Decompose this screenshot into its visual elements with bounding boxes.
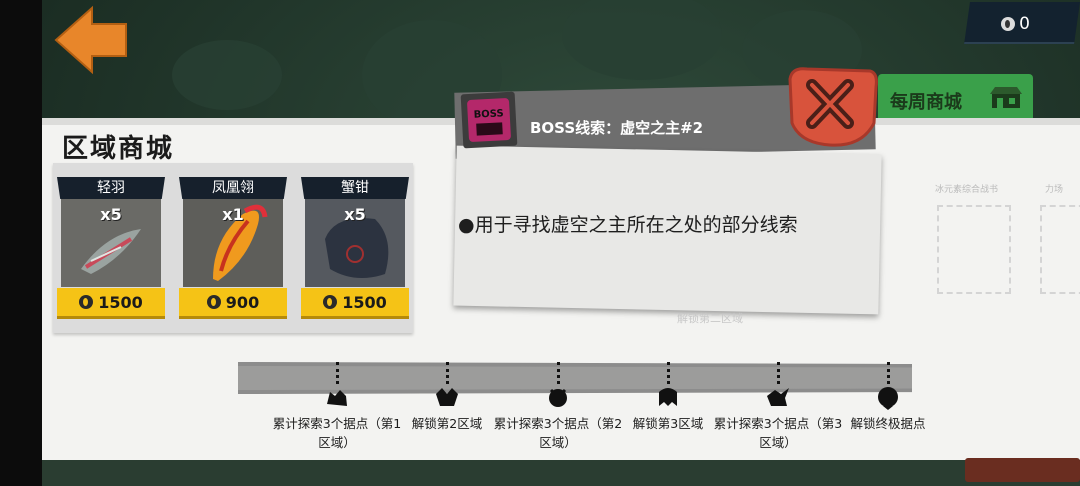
milestone-connector [667, 362, 670, 384]
weekly-shop-tab[interactable]: 每周商城 [878, 74, 1033, 124]
item-quantity: x5 [100, 205, 122, 224]
back-arrow-button[interactable] [52, 4, 130, 76]
milestone-connector [336, 362, 339, 384]
milestone-connector [557, 362, 560, 384]
bottom-button[interactable] [965, 458, 1080, 482]
boss-badge-text: BOSS [473, 108, 504, 121]
faint-item-slot [937, 205, 1011, 294]
item-price: 1500 [98, 292, 143, 312]
coin-counter-display: 0 [1001, 14, 1030, 34]
faint-item-label: 冰元素综合战书 [935, 185, 999, 195]
faint-item-label: 力场 [1045, 185, 1064, 195]
boss-icon [878, 387, 898, 410]
item-name: 轻羽 [57, 177, 165, 199]
milestone-label: 解锁终极据点 [850, 416, 926, 431]
boss-clue-icon: BOSS [460, 91, 518, 149]
item-price: 1500 [342, 292, 387, 312]
item-name: 凤凰翎 [179, 177, 287, 199]
shop-stall-icon [990, 87, 1022, 108]
weekly-shop-label: 每周商城 [890, 92, 962, 113]
bottom-strip [42, 460, 1080, 486]
screen-edge [0, 0, 42, 486]
shop-item-crab-claw[interactable]: 蟹钳 x5 1500 [301, 177, 409, 319]
coin-icon [79, 295, 94, 309]
milestone-connector [777, 362, 780, 384]
shop-items-area: 轻羽 x5 1500 凤凰翎 x1 900 蟹钳 x5 1500 [53, 163, 413, 333]
popup-description: ●用于寻找虚空之主所在之处的部分线索 [458, 214, 798, 236]
unlock-divider-label: 解锁第二区域 [677, 312, 743, 325]
coin-icon [206, 295, 221, 309]
milestone-connector [446, 362, 449, 384]
ghost-icon [659, 388, 677, 406]
coin-count: 0 [1019, 14, 1030, 34]
coin-icon [323, 295, 338, 309]
milestone-connector [887, 362, 890, 384]
popup-title: BOSS线索：虚空之主#2 [530, 119, 704, 137]
shop-item-phoenix-feather[interactable]: 凤凰翎 x1 900 [179, 177, 287, 319]
close-icon[interactable] [782, 65, 882, 150]
beast-icon [549, 388, 567, 407]
item-quantity: x1 [222, 205, 244, 224]
monster-icon [436, 388, 458, 406]
shop-item-feather[interactable]: 轻羽 x5 1500 [57, 177, 165, 319]
section-title: 区域商城 [62, 134, 175, 164]
faint-item-slot [1040, 205, 1080, 294]
buy-price-button[interactable]: 1500 [57, 288, 165, 319]
coin-icon [1001, 17, 1016, 31]
item-quantity: x5 [344, 205, 366, 224]
dragon-icon [767, 388, 789, 406]
item-price: 900 [225, 292, 260, 312]
buy-price-button[interactable]: 1500 [301, 288, 409, 319]
item-name: 蟹钳 [301, 177, 409, 199]
buy-price-button[interactable]: 900 [179, 288, 287, 319]
creature-icon [327, 390, 347, 406]
